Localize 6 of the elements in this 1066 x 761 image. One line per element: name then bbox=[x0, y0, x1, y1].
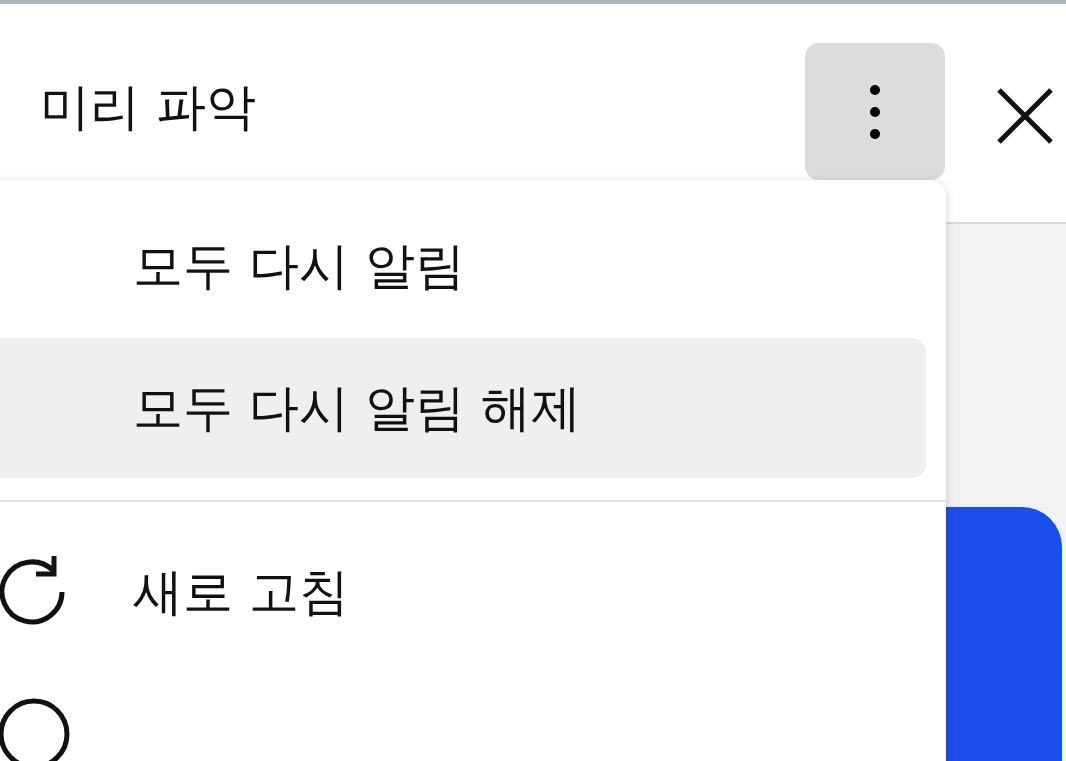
menu-item[interactable]: 모두 다시 알림 bbox=[0, 196, 926, 336]
menu-item[interactable]: 새로 고침 bbox=[0, 522, 926, 662]
more-button[interactable] bbox=[805, 43, 945, 180]
panel-title: 미리 파악 bbox=[40, 77, 257, 138]
menu-item[interactable]: 모두 다시 알림 해제 bbox=[0, 338, 926, 478]
close-icon bbox=[995, 86, 1055, 146]
